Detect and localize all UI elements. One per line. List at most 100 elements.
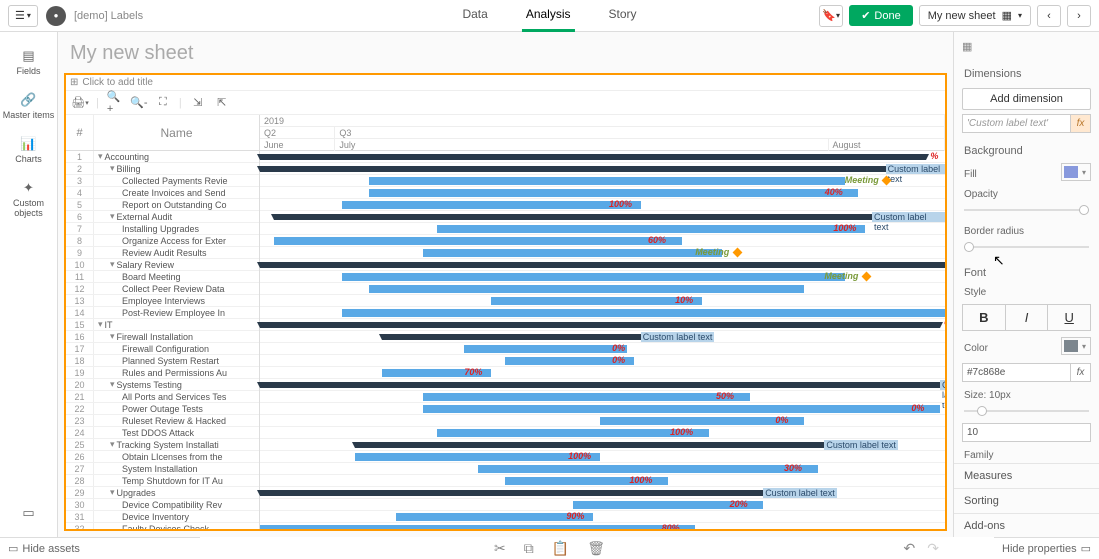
summary-bar[interactable]	[260, 262, 945, 268]
assets-fields[interactable]: ▤ Fields	[14, 40, 42, 84]
tab-story[interactable]: Story	[605, 0, 641, 32]
prev-sheet-button[interactable]: ‹	[1037, 5, 1061, 27]
table-row[interactable]: 14Post-Review Employee In	[66, 307, 259, 319]
task-bar[interactable]	[369, 177, 845, 185]
table-row[interactable]: 29▾Upgrades	[66, 487, 259, 499]
table-row[interactable]: 22Power Outage Tests	[66, 403, 259, 415]
task-bar[interactable]	[478, 465, 818, 473]
font-color-input[interactable]: #7c868e	[962, 363, 1071, 382]
table-row[interactable]: 9Review Audit Results	[66, 247, 259, 259]
table-row[interactable]: 30Device Compatibility Rev	[66, 499, 259, 511]
fx-button[interactable]: fx	[1071, 114, 1091, 133]
bookmark-button[interactable]: 🔖▾	[819, 5, 843, 27]
addons-section[interactable]: Add-ons	[954, 513, 1099, 537]
copy-button[interactable]: ⧉	[524, 540, 534, 557]
table-row[interactable]: 5Report on Outstanding Co	[66, 199, 259, 211]
task-bar[interactable]	[342, 201, 641, 209]
menu-button[interactable]	[8, 5, 38, 27]
summary-bar[interactable]	[355, 442, 872, 448]
border-radius-slider[interactable]	[964, 241, 1089, 253]
table-row[interactable]: 8Organize Access for Exter	[66, 235, 259, 247]
table-row[interactable]: 20▾Systems Testing	[66, 379, 259, 391]
table-row[interactable]: 24Test DDOS Attack	[66, 427, 259, 439]
underline-button[interactable]: U	[1048, 305, 1090, 330]
tab-data[interactable]: Data	[458, 0, 491, 32]
task-bar[interactable]	[423, 249, 722, 257]
summary-bar[interactable]	[260, 166, 886, 172]
task-bar[interactable]	[342, 273, 845, 281]
table-row[interactable]: 26Obtain LIcenses from the	[66, 451, 259, 463]
task-bar[interactable]	[274, 237, 682, 245]
size-slider[interactable]	[964, 405, 1089, 417]
font-color-picker[interactable]: ▾	[1061, 337, 1091, 355]
assets-master-items[interactable]: 🔗 Master items	[1, 84, 57, 128]
dimension-expression-input[interactable]: 'Custom label text'	[962, 114, 1071, 133]
table-row[interactable]: 6▾External Audit	[66, 211, 259, 223]
opacity-slider[interactable]	[964, 204, 1089, 216]
task-bar[interactable]	[437, 429, 709, 437]
paste-button[interactable]: 📋	[552, 540, 569, 557]
summary-bar[interactable]	[382, 334, 681, 340]
task-bar[interactable]	[600, 417, 804, 425]
table-row[interactable]: 13Employee Interviews	[66, 295, 259, 307]
table-row[interactable]: 31Device Inventory	[66, 511, 259, 523]
delete-button[interactable]: 🗑	[587, 540, 605, 557]
table-row[interactable]: 15▾IT	[66, 319, 259, 331]
task-bar[interactable]	[464, 345, 627, 353]
expand-icon[interactable]: ▾	[110, 379, 115, 390]
expand-icon[interactable]: ▾	[110, 439, 115, 450]
expand-icon[interactable]: ▾	[110, 331, 115, 342]
task-bar[interactable]	[369, 285, 804, 293]
measures-section[interactable]: Measures	[954, 463, 1099, 488]
task-bar[interactable]	[437, 225, 865, 233]
sorting-section[interactable]: Sorting	[954, 488, 1099, 513]
zoom-out-button[interactable]: 🔍-	[131, 95, 147, 111]
sheet-title-input[interactable]: My new sheet	[64, 38, 947, 69]
task-bar[interactable]	[369, 189, 859, 197]
summary-bar[interactable]	[260, 154, 926, 160]
task-bar[interactable]	[260, 525, 695, 529]
assets-collapse[interactable]: ▭	[19, 497, 39, 529]
expand-icon[interactable]: ▾	[110, 259, 115, 270]
table-row[interactable]: 21All Ports and Services Tes	[66, 391, 259, 403]
task-bar[interactable]	[342, 309, 945, 317]
hide-properties-button[interactable]: Hide properties ▭	[994, 537, 1099, 559]
expand-icon[interactable]: ▾	[98, 151, 103, 162]
print-button[interactable]: 🖨▾	[72, 95, 88, 111]
expand-icon[interactable]: ▾	[98, 319, 103, 330]
table-row[interactable]: 17Firewall Configuration	[66, 343, 259, 355]
table-row[interactable]: 10▾Salary Review	[66, 259, 259, 271]
size-input[interactable]: 10	[962, 423, 1091, 442]
task-bar[interactable]	[396, 513, 593, 521]
table-row[interactable]: 27System Installation	[66, 463, 259, 475]
undo-button[interactable]: ↶	[904, 540, 916, 557]
summary-bar[interactable]	[260, 490, 804, 496]
done-button[interactable]: ✔ Done	[849, 5, 913, 26]
task-bar[interactable]	[423, 405, 940, 413]
chart-title-placeholder[interactable]: Click to add title	[82, 77, 153, 88]
table-row[interactable]: 23Ruleset Review & Hacked	[66, 415, 259, 427]
table-row[interactable]: 18Planned System Restart	[66, 355, 259, 367]
table-row[interactable]: 16▾Firewall Installation	[66, 331, 259, 343]
italic-button[interactable]: I	[1006, 305, 1049, 330]
table-row[interactable]: 2▾Billing	[66, 163, 259, 175]
collapse-all-button[interactable]: ⇱	[214, 95, 230, 111]
expand-icon[interactable]: ▾	[110, 487, 115, 498]
gantt-chart-object[interactable]: ⊞ Click to add title 🖨▾ | 🔍+ 🔍- ⛶ | ⇲ ⇱ …	[64, 73, 947, 531]
table-row[interactable]: 12Collect Peer Review Data	[66, 283, 259, 295]
assets-custom-objects[interactable]: ✦ Custom objects	[0, 172, 57, 226]
hide-assets-button[interactable]: ▭ Hide assets	[0, 537, 200, 559]
table-row[interactable]: 4Create Invoices and Send	[66, 187, 259, 199]
table-row[interactable]: 28Temp Shutdown for IT Au	[66, 475, 259, 487]
table-row[interactable]: 25▾Tracking System Installati	[66, 439, 259, 451]
cut-button[interactable]: ✂	[494, 540, 506, 557]
summary-bar[interactable]	[260, 322, 940, 328]
font-color-fx-button[interactable]: fx	[1071, 363, 1091, 382]
summary-bar[interactable]	[274, 214, 927, 220]
assets-charts[interactable]: 📊 Charts	[13, 128, 44, 172]
task-bar[interactable]	[491, 297, 702, 305]
fit-button[interactable]: ⛶	[155, 95, 171, 111]
summary-bar[interactable]	[260, 382, 945, 388]
add-dimension-button[interactable]: Add dimension	[962, 88, 1091, 110]
expand-all-button[interactable]: ⇲	[190, 95, 206, 111]
